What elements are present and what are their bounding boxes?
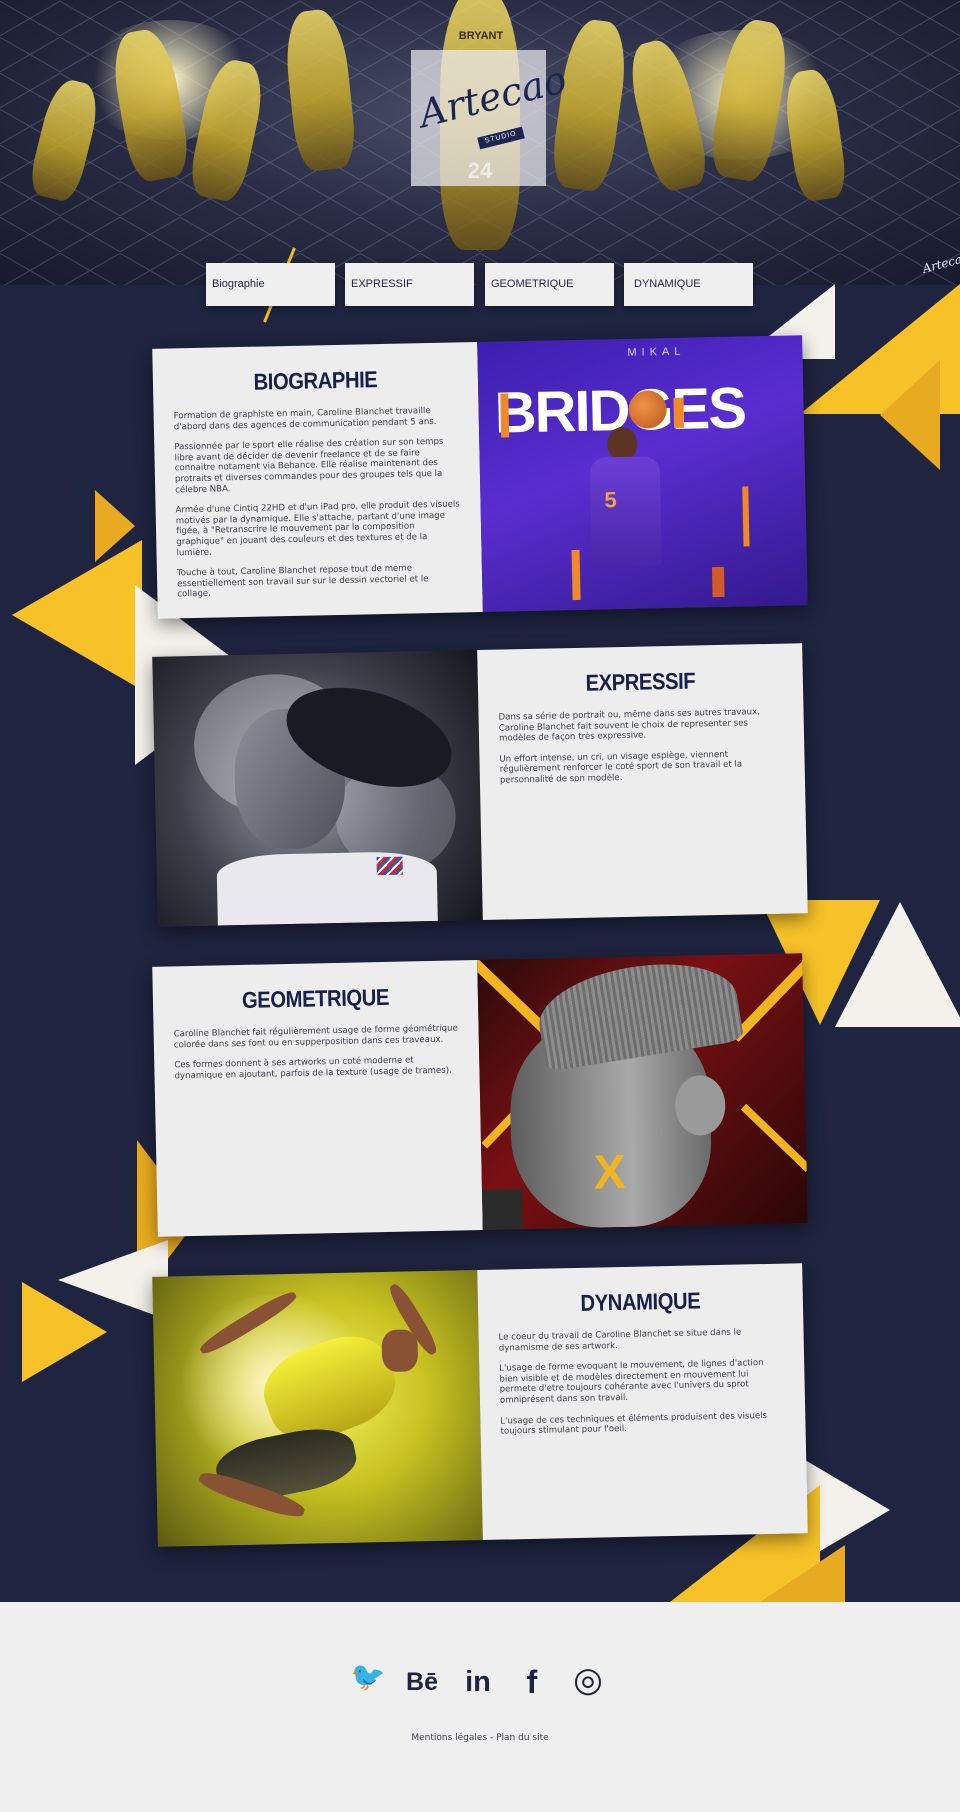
jersey-name: BRYANT	[458, 30, 504, 42]
section-expressif: EXPRESSIF Dans sa série de portrait ou, …	[152, 643, 808, 927]
instagram-icon[interactable]: ◎	[568, 1660, 608, 1704]
biographie-paragraph: Formation de graphiste en main, Caroline…	[173, 406, 437, 432]
dynamique-text-panel: DYNAMIQUE Le coeur du travail de Carolin…	[477, 1263, 808, 1540]
page: BRYANT Artecao STUDIO 24 Artecao Biograp…	[0, 0, 960, 1812]
artwork-bar	[673, 397, 685, 428]
jersey-number: 24	[467, 158, 493, 183]
artwork-bar	[711, 566, 725, 598]
nav-item-biographie[interactable]: Biographie	[206, 263, 335, 306]
artwork-stripe	[731, 955, 808, 1042]
expressif-title: EXPRESSIF	[585, 667, 696, 696]
hero-banner: BRYANT Artecao STUDIO 24 Artecao	[0, 0, 960, 285]
artwork-bar	[571, 549, 581, 601]
decor-triangle	[880, 360, 940, 470]
expressif-artwork	[152, 650, 483, 927]
artwork-runner-head	[381, 1329, 419, 1373]
geometrique-title: GEOMETRIQUE	[241, 983, 390, 1013]
dynamique-paragraph: L'usage de forme evoquant le mouvement, …	[499, 1358, 764, 1406]
geometrique-paragraph: Caroline Blanchet fait régulièrement usa…	[173, 1023, 458, 1050]
footer	[0, 1602, 960, 1812]
biographie-title: BIOGRAPHIE	[253, 366, 378, 395]
artwork-bar	[500, 393, 510, 438]
artwork-text-mikal: MIKAL	[627, 345, 686, 359]
artwork-beanie	[532, 953, 745, 1073]
nav-item-expressif[interactable]: EXPRESSIF	[345, 263, 474, 306]
section-dynamique: DYNAMIQUE Le coeur du travail de Carolin…	[152, 1263, 808, 1547]
decor-triangle	[760, 1545, 845, 1602]
geometrique-paragraph: Ces formes donnent à ses artworks un cot…	[174, 1055, 452, 1082]
biographie-paragraph: Passionnée par le sport elle réalise des…	[174, 436, 444, 495]
footer-links[interactable]: Mentions légales - Plan du site	[0, 1733, 960, 1743]
artwork-shirt	[216, 850, 438, 926]
decor-triangle	[12, 540, 142, 690]
dynamique-title: DYNAMIQUE	[580, 1287, 701, 1316]
biographie-paragraph: Touche à tout, Caroline Blanchet repose …	[176, 563, 429, 600]
twitter-icon[interactable]: 🐦	[350, 1660, 386, 1704]
dynamique-paragraph: Le coeur du travail de Caroline Blanchet…	[498, 1327, 742, 1354]
decor-triangle	[835, 902, 960, 1027]
artwork-flag-stripes	[376, 856, 403, 876]
nav-item-dynamique[interactable]: DYNAMIQUE	[624, 263, 753, 306]
linkedin-icon[interactable]: in	[458, 1660, 498, 1704]
facebook-icon[interactable]: f	[517, 1660, 547, 1704]
artwork-x-mark: X	[593, 1145, 627, 1200]
decor-triangle	[22, 1282, 107, 1382]
dynamique-artwork	[152, 1270, 483, 1547]
section-geometrique: GEOMETRIQUE Caroline Blanchet fait régul…	[152, 953, 808, 1237]
behance-icon[interactable]: Bē	[401, 1660, 443, 1704]
artwork-jersey-number: 5	[604, 487, 618, 513]
section-biographie: BIOGRAPHIE Formation de graphiste en mai…	[152, 335, 808, 619]
expressif-paragraph: Dans sa série de portrait ou, même dans …	[498, 707, 761, 744]
artwork-bar	[742, 486, 750, 547]
biographie-paragraph: Armée d'une Cintiq 22HD et d'un iPad pro…	[175, 499, 460, 558]
nav-item-geometrique[interactable]: GEOMETRIQUE	[485, 263, 614, 306]
geometrique-artwork: X	[477, 953, 808, 1230]
artwork-block	[481, 1189, 523, 1230]
biographie-artwork: MIKAL BRIDGES 5	[477, 335, 808, 612]
artwork-player-jersey	[589, 456, 662, 568]
dynamique-paragraph: L'usage de ces techniques et éléments pr…	[500, 1410, 768, 1437]
artwork-ear	[674, 1074, 726, 1136]
biographie-text-panel: BIOGRAPHIE Formation de graphiste en mai…	[152, 342, 483, 619]
geometrique-text-panel: GEOMETRIQUE Caroline Blanchet fait régul…	[152, 960, 483, 1237]
artwork-stripe	[740, 1103, 808, 1172]
expressif-text-panel: EXPRESSIF Dans sa série de portrait ou, …	[477, 643, 808, 920]
expressif-paragraph: Un effort intense, un cri, un visage esp…	[499, 749, 743, 786]
